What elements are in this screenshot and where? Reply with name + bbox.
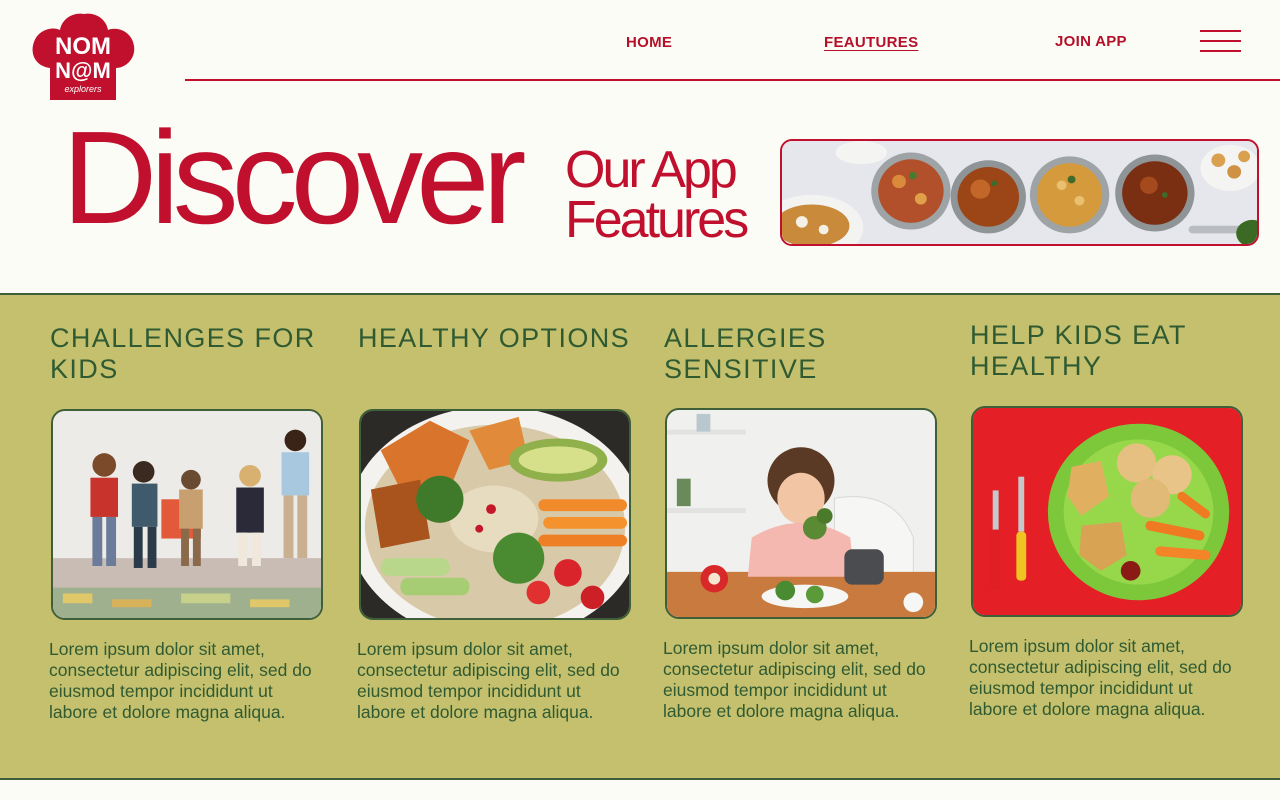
feature-card-healthy-options: HEALTHY OPTIONS [358,323,633,385]
girl-eating-greens-photo [665,408,937,619]
hero-food-banner-image [780,139,1259,246]
hamburger-menu-icon[interactable] [1200,30,1241,54]
feature-description: Lorem ipsum dolor sit amet, consectetur … [969,636,1232,719]
feature-card-help-kids-eat: HELP KIDS EAT HEALTHY [970,320,1245,382]
hero-subtitle-line1: Our App [565,141,738,199]
feature-card-challenges: CHALLENGES FOR KIDS [50,323,325,385]
hero-subtitle-line2: Features [565,191,749,249]
feature-description: Lorem ipsum dolor sit amet, consectetur … [357,639,620,722]
kids-plate-photo [971,406,1243,617]
chef-hat-logo-icon: NOM N@M explorers [32,13,135,100]
children-stretching-photo [51,409,323,620]
nav-home-link[interactable]: HOME [626,34,672,51]
logo-text-line3: explorers [64,84,102,94]
feature-title: CHALLENGES FOR KIDS [50,323,316,384]
hero-title: Discover [62,104,526,251]
hero-subtitle: Our App Features [565,141,749,249]
feature-description: Lorem ipsum dolor sit amet, consectetur … [663,638,926,721]
logo-text-line2: N@M [55,58,111,83]
logo-text-line1: NOM [55,33,111,60]
feature-title: ALLERGIES SENSITIVE [664,323,827,384]
feature-description: Lorem ipsum dolor sit amet, consectetur … [49,639,312,722]
menu-bar-top [1200,30,1241,32]
nav-join-app-link[interactable]: JOIN APP [1055,33,1127,50]
feature-title: HELP KIDS EAT HEALTHY [970,320,1187,381]
feature-card-allergies: ALLERGIES SENSITIVE [664,323,939,385]
menu-bar-middle [1200,40,1241,42]
brand-logo[interactable]: NOM N@M explorers [28,10,138,102]
salad-bowl-photo [359,409,631,620]
nav-features-link[interactable]: FEAUTURES [824,34,918,51]
menu-bar-bottom [1200,50,1241,52]
header-divider [185,79,1280,81]
feature-title: HEALTHY OPTIONS [358,323,631,353]
